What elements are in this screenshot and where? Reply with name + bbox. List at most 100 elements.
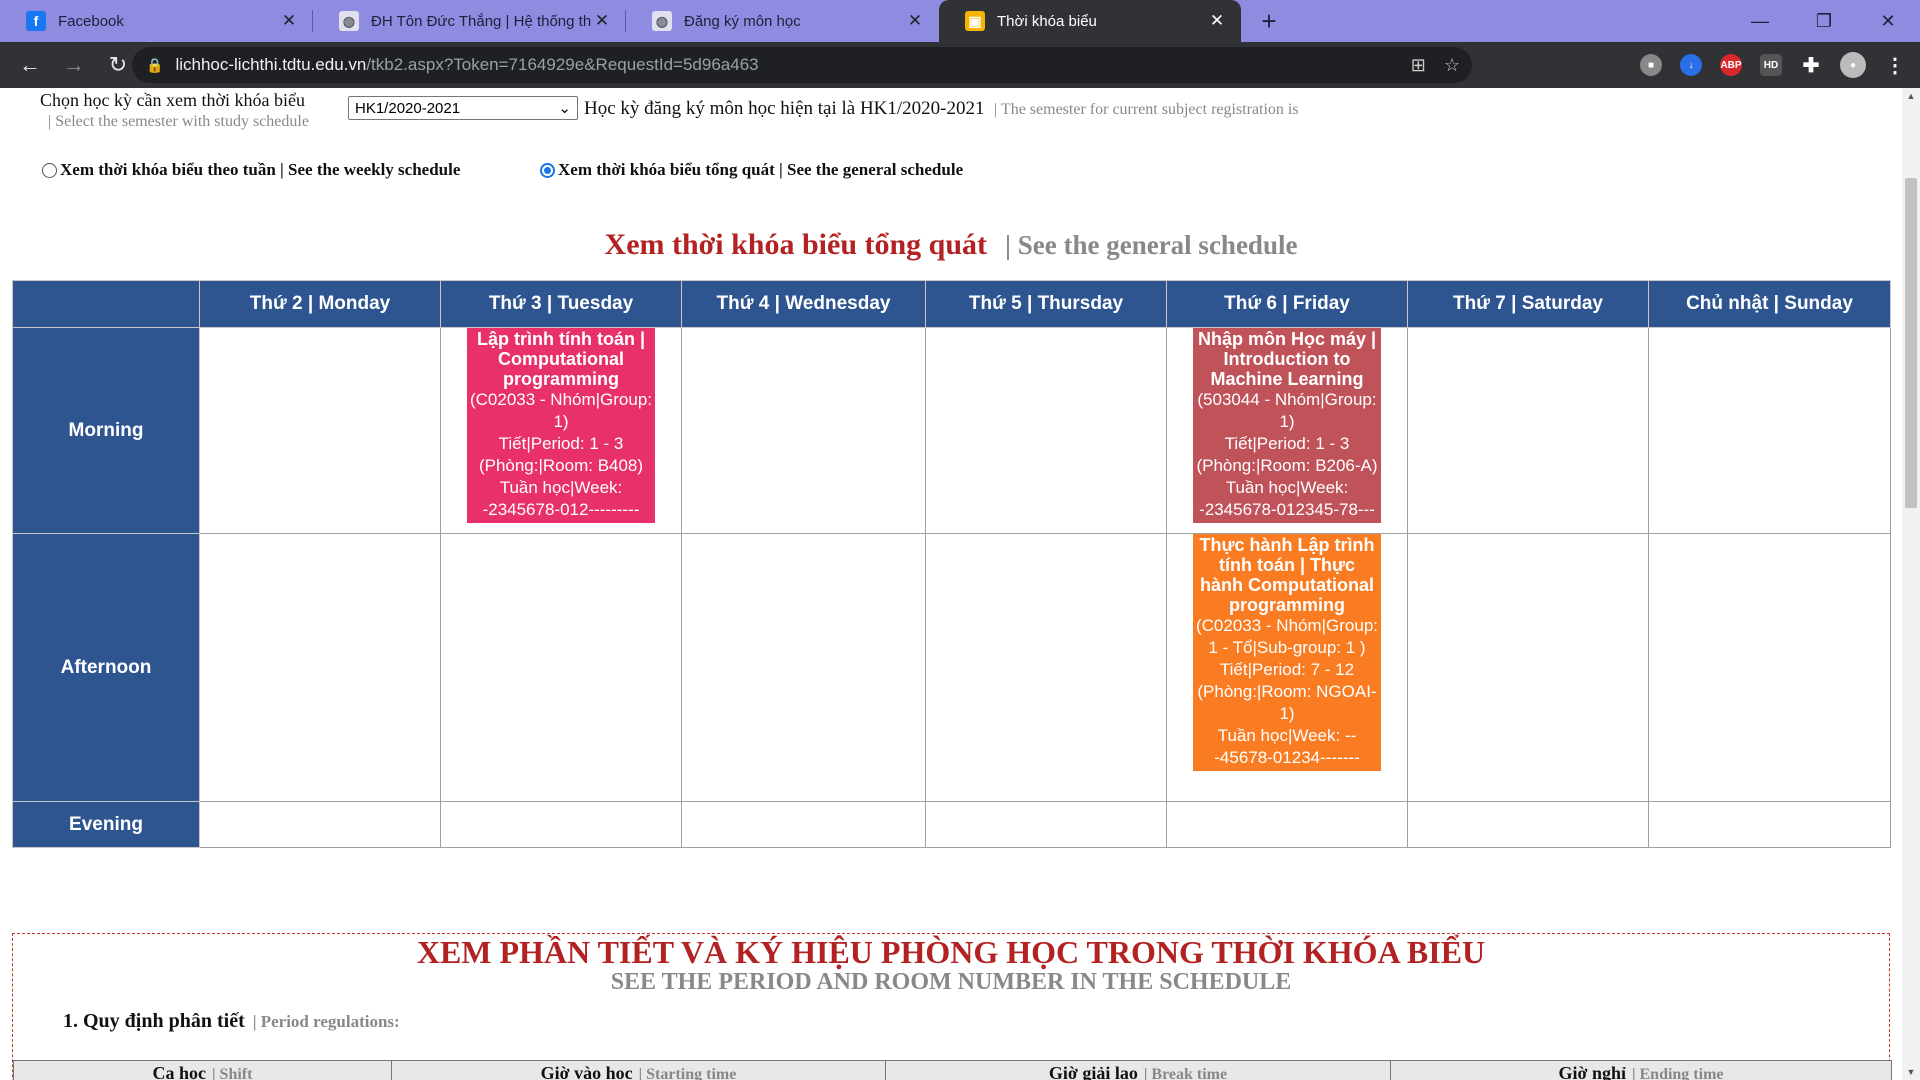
schedule-title: Xem thời khóa biểu tổng quát | See the ge…: [0, 228, 1902, 262]
adblock-icon[interactable]: ABP: [1720, 54, 1742, 76]
scroll-down-icon[interactable]: ▼: [1902, 1064, 1920, 1080]
schedule-title-en: | See the general schedule: [1005, 230, 1298, 260]
class-block-machine-learning[interactable]: Nhập môn Học máy | Introduction to Machi…: [1193, 328, 1381, 523]
class-weeks: -2345678-012---------: [482, 500, 640, 519]
col-start-time: Giờ vào học | Starting time: [391, 1060, 886, 1080]
scroll-up-icon[interactable]: ▲: [1902, 88, 1920, 104]
extensions-puzzle-icon[interactable]: ✚: [1800, 54, 1822, 77]
restore-icon[interactable]: ❐: [1792, 0, 1856, 42]
translate-icon[interactable]: ⊞: [1411, 55, 1426, 76]
gift-icon: ▣: [965, 11, 985, 31]
tab-tdtu-system[interactable]: ◍ ĐH Tôn Đức Thắng | Hệ thống th ✕: [313, 0, 626, 42]
cell-thu-morning: [925, 327, 1167, 534]
tab-course-registration[interactable]: ◍ Đăng ký môn học ✕: [626, 0, 939, 42]
class-block-computational-programming-lab[interactable]: Thực hành Lập trình tính toán | Thực hàn…: [1193, 534, 1381, 771]
semester-label: Chọn học kỳ cần xem thời khóa biểu | Sel…: [40, 90, 309, 131]
page-scrollbar[interactable]: ▲ ▼: [1902, 88, 1920, 1080]
cell-thu-evening: [925, 801, 1167, 848]
cell-wed-afternoon: [681, 533, 926, 802]
col-break-time: Giờ giải lao | Break time: [885, 1060, 1391, 1080]
url-host: lichhoc-lichthi.tdtu.edu.vn: [175, 55, 367, 74]
radio-weekly-option[interactable]: Xem thời khóa biểu theo tuần | See the w…: [42, 160, 460, 180]
cell-tue-evening: [440, 801, 682, 848]
globe-icon: ◍: [652, 11, 672, 31]
details-title-en: SEE THE PERIOD AND ROOM NUMBER IN THE SC…: [610, 969, 1292, 995]
profile-avatar[interactable]: ●: [1840, 52, 1866, 78]
class-block-computational-programming[interactable]: Lập trình tính toán | Computational prog…: [467, 328, 655, 523]
semester-label-vi: Chọn học kỳ cần xem thời khóa biểu: [40, 90, 305, 110]
col-shift: Ca học | Shift: [13, 1060, 392, 1080]
current-semester-text: Học kỳ đăng ký môn học hiện tại là HK1/2…: [584, 98, 1299, 120]
col-end-en: | Ending time: [1631, 1066, 1724, 1080]
cell-sun-evening: [1648, 801, 1891, 848]
schedule-header-row: Thứ 2 | Monday Thứ 3 | Tuesday Thứ 4 | W…: [12, 280, 1891, 328]
tab-timetable[interactable]: ▣ Thời khóa biểu ✕: [939, 0, 1241, 42]
semester-label-en: | Select the semester with study schedul…: [48, 113, 309, 130]
lock-icon[interactable]: 🔒: [146, 57, 163, 74]
bookmark-star-icon[interactable]: ☆: [1444, 55, 1460, 76]
close-icon[interactable]: ✕: [592, 11, 612, 31]
cell-sun-afternoon: [1648, 533, 1891, 802]
header-monday: Thứ 2 | Monday: [199, 280, 441, 328]
hd-extension-icon[interactable]: HD: [1760, 54, 1782, 76]
class-room: (Phòng:|Room: B206-A): [1196, 456, 1378, 475]
header-friday: Thứ 6 | Friday: [1166, 280, 1408, 328]
period-header-row: Ca học | Shift Giờ vào học | Starting time…: [13, 1060, 1892, 1080]
details-title: XEM PHẦN TIẾT VÀ KÝ HIỆU PHÒNG HỌC TRONG…: [416, 934, 1486, 970]
address-bar[interactable]: 🔒 lichhoc-lichthi.tdtu.edu.vn/tkb2.aspx?…: [132, 47, 1472, 83]
window-controls: — ❐ ✕: [1728, 0, 1920, 42]
new-tab-button[interactable]: +: [1249, 0, 1289, 42]
period-table: Ca học | Shift Giờ vào học | Starting time…: [13, 1060, 1892, 1080]
class-week-label: Tuần học|Week:: [1225, 478, 1349, 497]
cell-tue-afternoon: [440, 533, 682, 802]
download-extension-icon[interactable]: ↓: [1680, 54, 1702, 76]
globe-icon: ◍: [339, 11, 359, 31]
cell-mon-afternoon: [199, 533, 441, 802]
close-icon[interactable]: ✕: [279, 11, 299, 31]
media-extension-icon[interactable]: ■: [1640, 54, 1662, 76]
semester-select-value: HK1/2020-2021: [355, 99, 461, 117]
radio-weekly[interactable]: [42, 162, 57, 178]
class-period: Tiết|Period: 1 - 3: [498, 434, 624, 453]
cell-mon-evening: [199, 801, 441, 848]
cell-sun-morning: [1648, 327, 1891, 534]
cell-sat-morning: [1407, 327, 1649, 534]
menu-dots-icon[interactable]: ⋮: [1884, 54, 1906, 77]
radio-general-label: Xem thời khóa biểu tổng quát | See the g…: [558, 160, 964, 179]
session-morning: Morning: [12, 327, 200, 534]
class-name: Nhập môn Học máy | Introduction to Machi…: [1197, 329, 1377, 389]
radio-general-option[interactable]: Xem thời khóa biểu tổng quát | See the g…: [540, 160, 963, 180]
period-regulations-heading: 1. Quy định phân tiết | Period regulation…: [63, 1010, 400, 1033]
cell-thu-afternoon: [925, 533, 1167, 802]
col-end-vi: Giờ nghỉ: [1558, 1063, 1626, 1080]
tab-facebook[interactable]: f Facebook ✕: [0, 0, 313, 42]
col-break-en: | Break time: [1143, 1066, 1228, 1080]
tab-title: ĐH Tôn Đức Thắng | Hệ thống th: [371, 12, 592, 30]
page-viewport: Chọn học kỳ cần xem thời khóa biểu | Sel…: [0, 88, 1902, 1080]
rule-title-vi: 1. Quy định phân tiết: [63, 1010, 245, 1032]
col-end-time: Giờ nghỉ | Ending time: [1390, 1060, 1892, 1080]
afternoon-row: Afternoon Thực hành Lập trình tính toán …: [12, 533, 1891, 802]
forward-icon[interactable]: →: [54, 45, 94, 85]
semester-select[interactable]: HK1/2020-2021 ⌄: [348, 96, 578, 120]
col-shift-en: | Shift: [212, 1066, 253, 1080]
close-icon[interactable]: ✕: [905, 11, 925, 31]
class-room: (Phòng:|Room: NGOAI-1): [1197, 682, 1377, 723]
col-shift-vi: Ca học: [152, 1063, 207, 1080]
class-name: Lập trình tính toán | Computational prog…: [476, 329, 645, 389]
morning-row: Morning Lập trình tính toán | Computatio…: [12, 327, 1891, 534]
tab-title: Facebook: [58, 12, 124, 30]
schedule-title-vi: Xem thời khóa biểu tổng quát: [604, 228, 988, 261]
back-icon[interactable]: ←: [10, 45, 50, 85]
close-icon[interactable]: ✕: [1207, 11, 1227, 31]
chevron-down-icon: ⌄: [558, 100, 571, 117]
cell-sat-evening: [1407, 801, 1649, 848]
class-week-label: Tuần học|Week:: [499, 478, 623, 497]
radio-general[interactable]: [540, 162, 555, 178]
close-window-icon[interactable]: ✕: [1856, 0, 1920, 42]
minimize-icon[interactable]: —: [1728, 0, 1792, 42]
radio-weekly-label: Xem thời khóa biểu theo tuần | See the w…: [60, 160, 461, 179]
browser-tab-bar: f Facebook ✕ ◍ ĐH Tôn Đức Thắng | Hệ thố…: [0, 0, 1920, 42]
scrollbar-thumb[interactable]: [1905, 178, 1917, 508]
header-thursday: Thứ 5 | Thursday: [925, 280, 1167, 328]
